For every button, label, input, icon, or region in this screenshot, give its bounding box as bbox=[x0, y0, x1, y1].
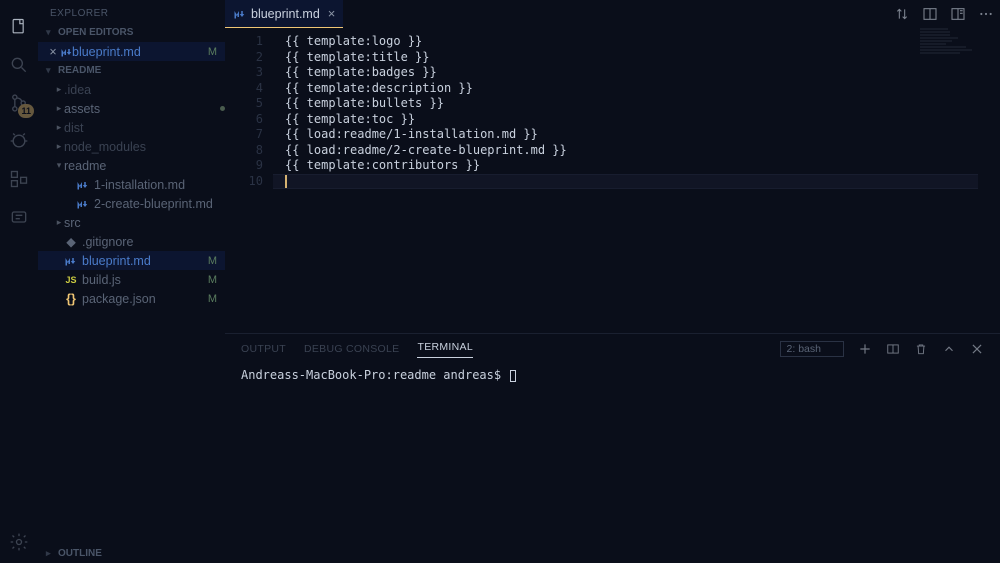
tree-item[interactable]: ▸src bbox=[38, 213, 225, 232]
sidebar: EXPLORER ▾ OPEN EDITORS × blueprint.md M… bbox=[38, 0, 225, 563]
file-tree: ▸.idea▸assets▸dist▸node_modules▾readme1-… bbox=[38, 80, 225, 308]
minimap[interactable] bbox=[920, 28, 1000, 333]
tab-terminal[interactable]: TERMINAL bbox=[417, 341, 473, 358]
sidebar-title: EXPLORER bbox=[38, 0, 225, 23]
editor-tab[interactable]: blueprint.md × bbox=[225, 0, 343, 28]
tab-bar: blueprint.md × bbox=[225, 0, 1000, 28]
preview-icon[interactable] bbox=[922, 6, 938, 22]
debug-icon[interactable] bbox=[6, 128, 32, 154]
tree-item[interactable]: blueprint.mdM bbox=[38, 251, 225, 270]
tree-item[interactable]: ◆.gitignore bbox=[38, 232, 225, 251]
scm-badge: 11 bbox=[18, 104, 34, 118]
tab-debug-console[interactable]: DEBUG CONSOLE bbox=[304, 343, 400, 355]
extension-icon[interactable] bbox=[6, 204, 32, 230]
tree-item[interactable]: ▸.idea bbox=[38, 80, 225, 99]
panel-tabs: OUTPUT DEBUG CONSOLE TERMINAL 2: bash bbox=[225, 334, 1000, 364]
more-icon[interactable] bbox=[978, 6, 994, 22]
close-icon[interactable]: × bbox=[46, 45, 60, 59]
tree-item[interactable]: 1-installation.md bbox=[38, 175, 225, 194]
tree-item[interactable]: 2-create-blueprint.md bbox=[38, 194, 225, 213]
compare-icon[interactable] bbox=[894, 6, 910, 22]
gutter: 12345678910 bbox=[225, 28, 273, 333]
chevron-icon: ▾ bbox=[54, 160, 64, 171]
split-terminal-icon[interactable] bbox=[886, 342, 900, 356]
json-icon: {} bbox=[64, 292, 78, 306]
chevron-icon: ▸ bbox=[54, 103, 64, 114]
settings-icon[interactable] bbox=[6, 529, 32, 555]
extensions-icon[interactable] bbox=[6, 166, 32, 192]
kill-terminal-icon[interactable] bbox=[914, 342, 928, 356]
open-editor-item[interactable]: × blueprint.md M bbox=[38, 42, 225, 61]
chevron-icon: ▸ bbox=[54, 122, 64, 133]
tab-actions bbox=[894, 0, 1000, 28]
project-header[interactable]: ▾ README bbox=[38, 61, 225, 80]
outline-header[interactable]: ▸ OUTLINE bbox=[38, 544, 225, 563]
editor-body[interactable]: 12345678910 {{ template:logo }}{{ templa… bbox=[225, 28, 1000, 333]
tree-item[interactable]: ▸node_modules bbox=[38, 137, 225, 156]
split-editor-icon[interactable] bbox=[950, 6, 966, 22]
chevron-icon: ▸ bbox=[54, 84, 64, 95]
markdown-icon bbox=[233, 8, 245, 20]
activity-bar: 11 bbox=[0, 0, 38, 563]
tree-item[interactable]: ▸assets bbox=[38, 99, 225, 118]
tab-output[interactable]: OUTPUT bbox=[241, 343, 286, 355]
editor-area: blueprint.md × 12345678910 {{ template:l… bbox=[225, 0, 1000, 563]
terminal-cursor bbox=[510, 370, 516, 382]
js-icon: JS bbox=[64, 275, 78, 285]
tree-item[interactable]: JSbuild.jsM bbox=[38, 270, 225, 289]
terminal-selector[interactable]: 2: bash bbox=[780, 341, 844, 357]
close-icon[interactable]: × bbox=[328, 6, 336, 21]
panel: OUTPUT DEBUG CONSOLE TERMINAL 2: bash bbox=[225, 333, 1000, 563]
terminal[interactable]: Andreass-MacBook-Pro:readme andreas$ bbox=[225, 364, 1000, 563]
code[interactable]: {{ template:logo }}{{ template:title }}{… bbox=[273, 28, 1000, 333]
chevron-icon: ▸ bbox=[54, 141, 64, 152]
chevron-right-icon: ▸ bbox=[46, 548, 54, 559]
chevron-down-icon: ▾ bbox=[46, 27, 54, 38]
maximize-panel-icon[interactable] bbox=[942, 342, 956, 356]
git-icon: ◆ bbox=[64, 234, 78, 249]
new-terminal-icon[interactable] bbox=[858, 342, 872, 356]
markdown-icon bbox=[76, 198, 90, 210]
explorer-icon[interactable] bbox=[6, 14, 32, 40]
source-control-icon[interactable]: 11 bbox=[6, 90, 32, 116]
chevron-down-icon: ▾ bbox=[46, 65, 54, 76]
tree-item[interactable]: ▸dist bbox=[38, 118, 225, 137]
search-icon[interactable] bbox=[6, 52, 32, 78]
markdown-icon bbox=[60, 46, 72, 58]
close-panel-icon[interactable] bbox=[970, 342, 984, 356]
tree-item[interactable]: ▾readme bbox=[38, 156, 225, 175]
tree-item[interactable]: {}package.jsonM bbox=[38, 289, 225, 308]
markdown-icon bbox=[76, 179, 90, 191]
open-editors-header[interactable]: ▾ OPEN EDITORS bbox=[38, 23, 225, 42]
chevron-icon: ▸ bbox=[54, 217, 64, 228]
markdown-icon bbox=[64, 255, 78, 267]
